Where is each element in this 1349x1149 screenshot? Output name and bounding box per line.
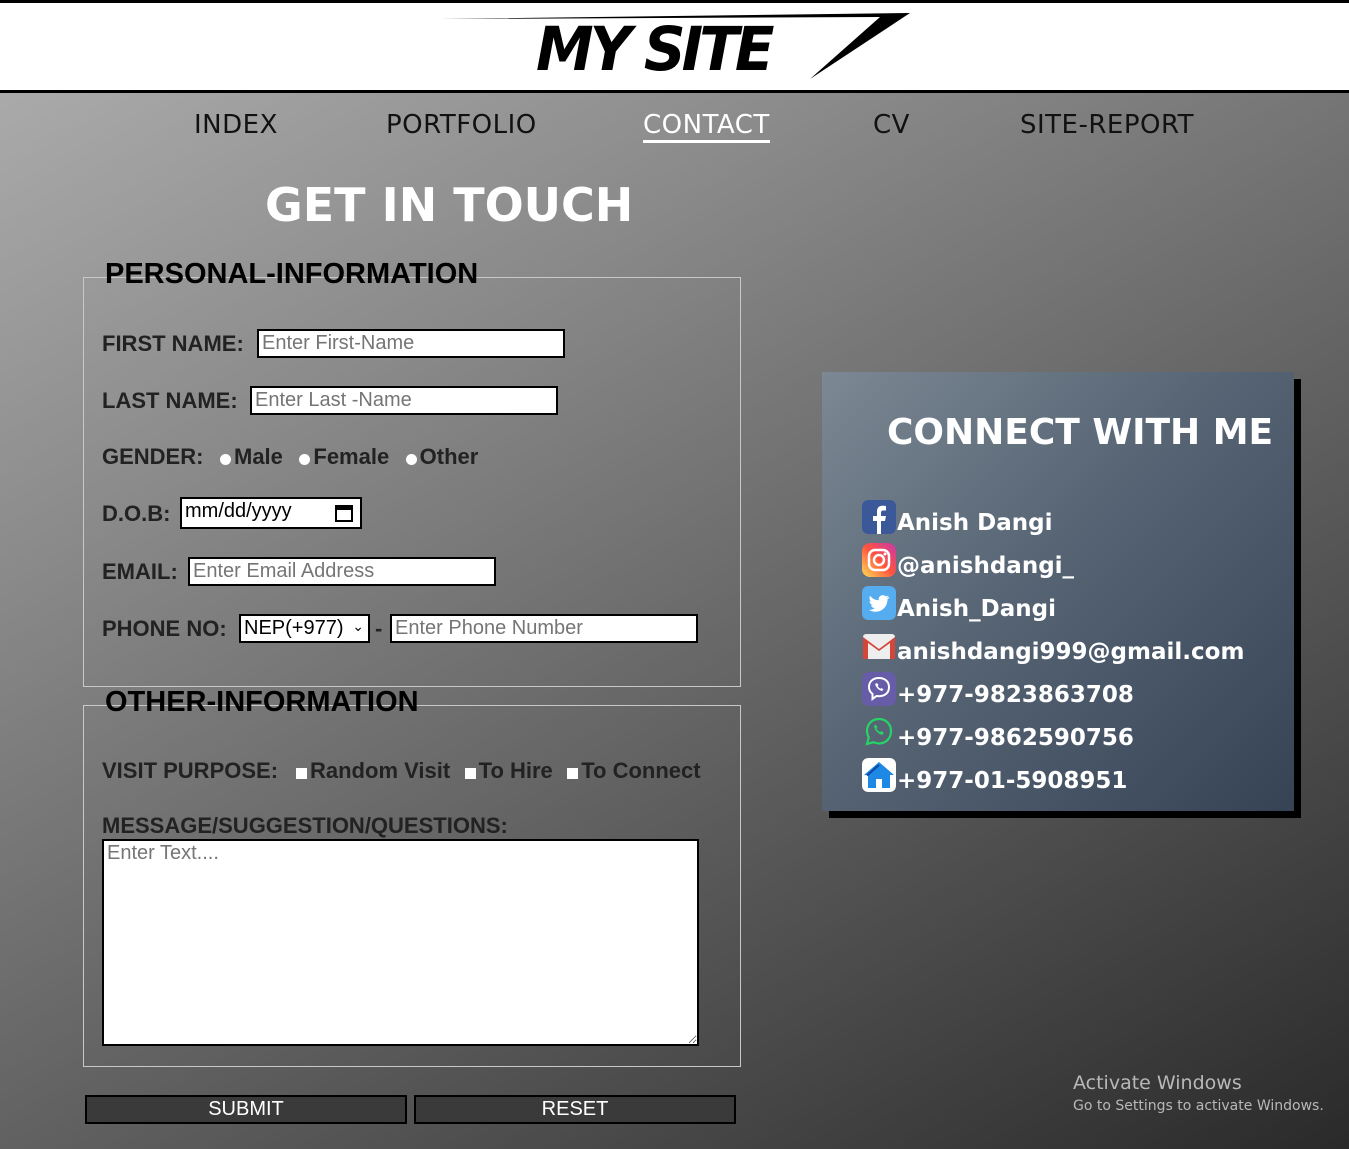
- connect-card: CONNECT WITH ME Anish Dangi @anishdangi_…: [822, 372, 1294, 811]
- purpose-connect-checkbox[interactable]: [567, 768, 579, 780]
- dob-input[interactable]: mm/dd/yyyy: [180, 497, 362, 529]
- facebook-icon: [862, 500, 896, 534]
- twitter-text: Anish_Dangi: [897, 596, 1056, 622]
- whatsapp-text: +977-9862590756: [897, 725, 1134, 751]
- phone-input[interactable]: [390, 614, 698, 643]
- dob-label: D.O.B:: [102, 501, 171, 526]
- gender-female-radio[interactable]: [299, 454, 311, 466]
- connect-title: CONNECT WITH ME: [887, 412, 1274, 453]
- visit-purpose-label: VISIT PURPOSE:: [102, 758, 279, 783]
- gender-label: GENDER:: [102, 444, 204, 469]
- purpose-random-checkbox[interactable]: [296, 768, 307, 780]
- instagram-icon: [862, 543, 896, 577]
- nav-link-index[interactable]: INDEX: [194, 110, 278, 140]
- gmail-text: anishdangi999@gmail.com: [897, 639, 1245, 665]
- email-input[interactable]: [188, 557, 496, 586]
- country-code-value: NEP(+977): [244, 617, 344, 639]
- first-name-input[interactable]: [257, 329, 565, 358]
- whatsapp-icon: [865, 717, 893, 746]
- submit-button[interactable]: SUBMIT: [85, 1095, 407, 1124]
- calendar-icon[interactable]: [334, 503, 354, 523]
- gender-other-radio[interactable]: [405, 454, 417, 466]
- nav-link-cv[interactable]: CV: [873, 110, 910, 140]
- gender-female-label: Female: [313, 444, 390, 469]
- dob-placeholder: mm/dd/yyyy: [185, 500, 292, 522]
- site-header: MY SITE: [0, 0, 1349, 93]
- last-name-label: LAST NAME:: [102, 388, 238, 413]
- home-phone-text: +977-01-5908951: [897, 768, 1128, 794]
- viber-text: +977-9823863708: [897, 682, 1134, 708]
- nav-link-contact[interactable]: CONTACT: [643, 110, 770, 143]
- chevron-down-icon: ⌄: [352, 618, 364, 634]
- site-logo[interactable]: MY SITE: [536, 13, 774, 84]
- purpose-hire-checkbox[interactable]: [464, 768, 476, 780]
- other-info-legend: OTHER-INFORMATION: [105, 686, 419, 718]
- country-code-select[interactable]: NEP(+977) ⌄: [239, 614, 370, 643]
- personal-info-fieldset: PERSONAL-INFORMATION FIRST NAME: LAST NA…: [83, 258, 741, 687]
- twitter-icon: [862, 586, 896, 620]
- page-title: GET IN TOUCH: [265, 178, 634, 232]
- message-textarea[interactable]: [102, 839, 699, 1046]
- gender-other-label: Other: [419, 444, 479, 469]
- purpose-hire-label: To Hire: [478, 758, 553, 783]
- gmail-icon: [863, 634, 895, 659]
- activate-windows-title: Activate Windows: [1073, 1072, 1242, 1094]
- facebook-text: Anish Dangi: [897, 510, 1053, 536]
- gender-options: Male Female Other: [208, 444, 478, 470]
- gender-male-radio[interactable]: [220, 454, 231, 466]
- nav-link-portfolio[interactable]: PORTFOLIO: [386, 110, 537, 140]
- nav-link-site-report[interactable]: SITE-REPORT: [1020, 110, 1194, 140]
- first-name-label: FIRST NAME:: [102, 331, 244, 356]
- visit-purpose-options: Random Visit To Hire To Connect: [286, 758, 701, 784]
- viber-icon: [862, 672, 896, 706]
- purpose-connect-label: To Connect: [581, 758, 701, 783]
- reset-button[interactable]: RESET: [414, 1095, 736, 1124]
- last-name-input[interactable]: [250, 386, 558, 415]
- gender-male-label: Male: [234, 444, 283, 469]
- phone-label: PHONE NO:: [102, 616, 227, 641]
- activate-windows-subtitle: Go to Settings to activate Windows.: [1073, 1098, 1324, 1114]
- personal-info-legend: PERSONAL-INFORMATION: [105, 258, 479, 290]
- other-info-fieldset: OTHER-INFORMATION VISIT PURPOSE: Random …: [83, 686, 741, 1067]
- instagram-text: @anishdangi_: [897, 553, 1075, 579]
- activate-windows-watermark: Activate Windows Go to Settings to activ…: [1073, 1072, 1324, 1114]
- home-icon: [862, 758, 896, 792]
- message-label: MESSAGE/SUGGESTION/QUESTIONS:: [102, 813, 508, 838]
- purpose-random-label: Random Visit: [310, 758, 451, 783]
- email-label: EMAIL:: [102, 559, 178, 584]
- phone-separator: -: [375, 616, 383, 641]
